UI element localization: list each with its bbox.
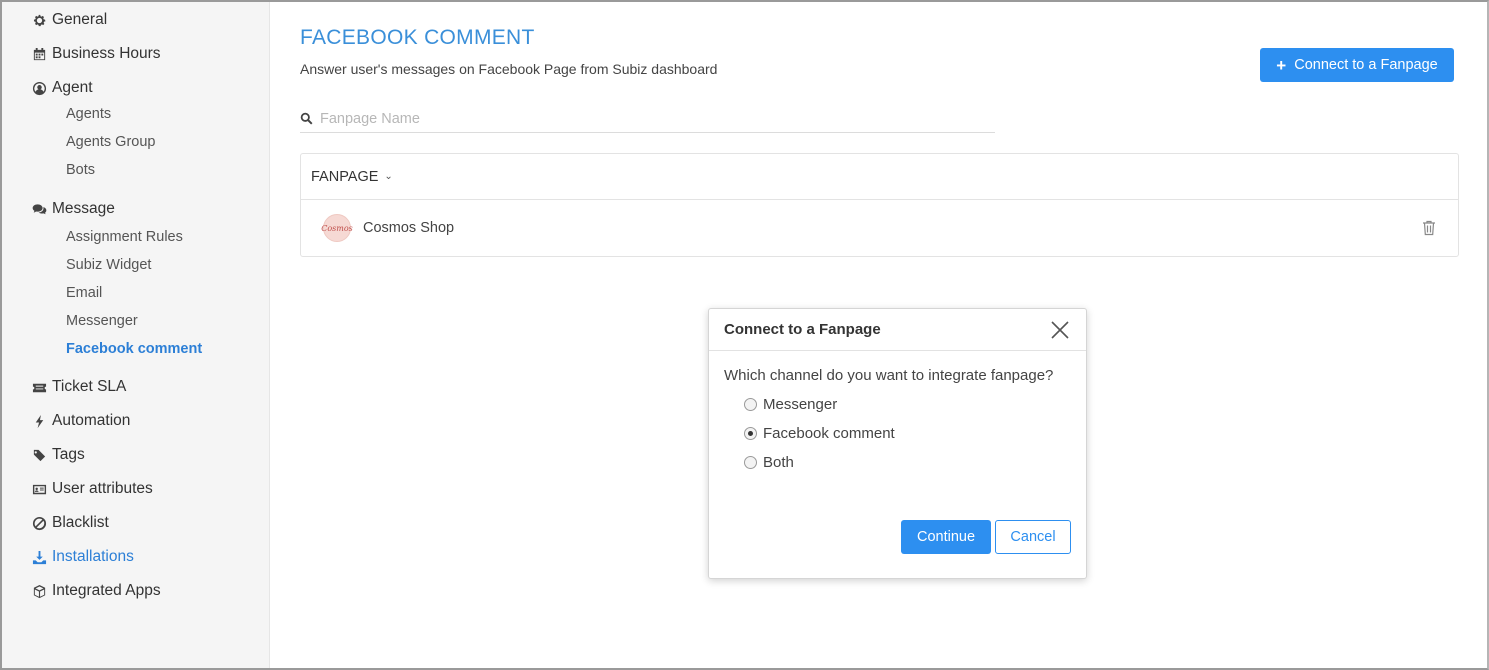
ban-icon	[30, 515, 48, 531]
sidebar-subitem-agents[interactable]: Agents	[66, 104, 111, 124]
connect-fanpage-button[interactable]: + Connect to a Fanpage	[1260, 48, 1454, 82]
radio-label: Both	[763, 454, 794, 471]
sidebar-item-automation[interactable]: Automation	[30, 410, 130, 432]
radio-option-both[interactable]: Both	[744, 454, 794, 471]
modal-title: Connect to a Fanpage	[724, 321, 881, 338]
sidebar-item-label: Business Hours	[52, 45, 161, 62]
cancel-button[interactable]: Cancel	[995, 520, 1071, 554]
radio-button[interactable]	[744, 456, 757, 469]
column-header-label: FANPAGE	[311, 168, 379, 185]
sidebar-item-message[interactable]: Message	[30, 198, 115, 220]
gear-icon	[30, 12, 48, 28]
id-card-icon	[30, 481, 48, 497]
radio-option-messenger[interactable]: Messenger	[744, 396, 837, 413]
trash-icon[interactable]	[1422, 220, 1436, 236]
radio-button[interactable]	[744, 398, 757, 411]
settings-sidebar: General Business Hours Agent Agents Agen…	[2, 2, 270, 668]
fanpage-search	[300, 105, 995, 133]
download-icon	[30, 549, 48, 565]
sidebar-item-label: Blacklist	[52, 514, 109, 531]
fanpage-avatar: Cosmos	[321, 214, 353, 242]
sidebar-item-blacklist[interactable]: Blacklist	[30, 512, 109, 534]
sidebar-item-label: Integrated Apps	[52, 582, 161, 599]
radio-button[interactable]	[744, 427, 757, 440]
sidebar-item-label: General	[52, 11, 108, 28]
page-title: FACEBOOK COMMENT	[300, 26, 535, 49]
page-subtitle: Answer user's messages on Facebook Page …	[300, 61, 718, 77]
sidebar-item-label: Ticket SLA	[52, 378, 127, 395]
sidebar-item-user-attributes[interactable]: User attributes	[30, 478, 153, 500]
chat-bubbles-icon	[30, 201, 48, 217]
table-row[interactable]: Cosmos Cosmos Shop	[301, 200, 1458, 256]
modal-question: Which channel do you want to integrate f…	[724, 367, 1054, 384]
sidebar-item-agent[interactable]: Agent	[30, 77, 93, 99]
sidebar-subitem-agents-group[interactable]: Agents Group	[66, 132, 155, 152]
lightning-icon	[30, 413, 48, 429]
sidebar-item-label: Installations	[52, 548, 134, 565]
sidebar-item-label: Agent	[52, 79, 93, 96]
fanpage-table: FANPAGE ⌄ Cosmos Cosmos Shop	[300, 153, 1459, 257]
user-circle-icon	[30, 80, 48, 96]
sidebar-item-general[interactable]: General	[30, 9, 107, 31]
sidebar-item-integrated-apps[interactable]: Integrated Apps	[30, 580, 161, 602]
sidebar-subitem-bots[interactable]: Bots	[66, 160, 95, 180]
fanpage-name: Cosmos Shop	[363, 220, 455, 236]
continue-button[interactable]: Continue	[901, 520, 991, 554]
sidebar-subitem-facebook-comment[interactable]: Facebook comment	[66, 339, 202, 359]
tags-icon	[30, 447, 48, 463]
sidebar-item-tags[interactable]: Tags	[30, 444, 85, 466]
sidebar-item-label: User attributes	[52, 480, 153, 497]
sidebar-item-installations[interactable]: Installations	[30, 546, 134, 568]
avatar-logo-text: Cosmos	[321, 223, 353, 233]
cube-icon	[30, 583, 48, 599]
connect-fanpage-label: Connect to a Fanpage	[1294, 57, 1438, 73]
search-icon	[300, 112, 313, 125]
radio-label: Facebook comment	[763, 425, 895, 442]
sidebar-item-label: Automation	[52, 412, 131, 429]
calendar-icon	[30, 46, 48, 62]
fanpage-search-input[interactable]	[320, 110, 980, 127]
sidebar-subitem-messenger[interactable]: Messenger	[66, 311, 138, 331]
radio-label: Messenger	[763, 396, 838, 413]
sidebar-item-label: Tags	[52, 446, 85, 463]
fanpage-column-header[interactable]: FANPAGE ⌄	[301, 154, 1458, 200]
radio-option-facebook-comment[interactable]: Facebook comment	[744, 425, 895, 442]
close-icon[interactable]	[1050, 320, 1070, 340]
chevron-down-icon: ⌄	[384, 171, 393, 182]
sidebar-subitem-subiz-widget[interactable]: Subiz Widget	[66, 255, 151, 275]
sidebar-subitem-assignment-rules[interactable]: Assignment Rules	[66, 227, 183, 247]
sidebar-item-label: Message	[52, 200, 115, 217]
connect-fanpage-modal: Connect to a Fanpage Which channel do yo…	[708, 308, 1087, 579]
ticket-icon	[30, 379, 48, 395]
plus-icon: +	[1276, 55, 1287, 75]
modal-header: Connect to a Fanpage	[709, 309, 1086, 351]
sidebar-subitem-email[interactable]: Email	[66, 283, 102, 303]
sidebar-item-ticket-sla[interactable]: Ticket SLA	[30, 376, 126, 398]
sidebar-item-business-hours[interactable]: Business Hours	[30, 43, 161, 65]
